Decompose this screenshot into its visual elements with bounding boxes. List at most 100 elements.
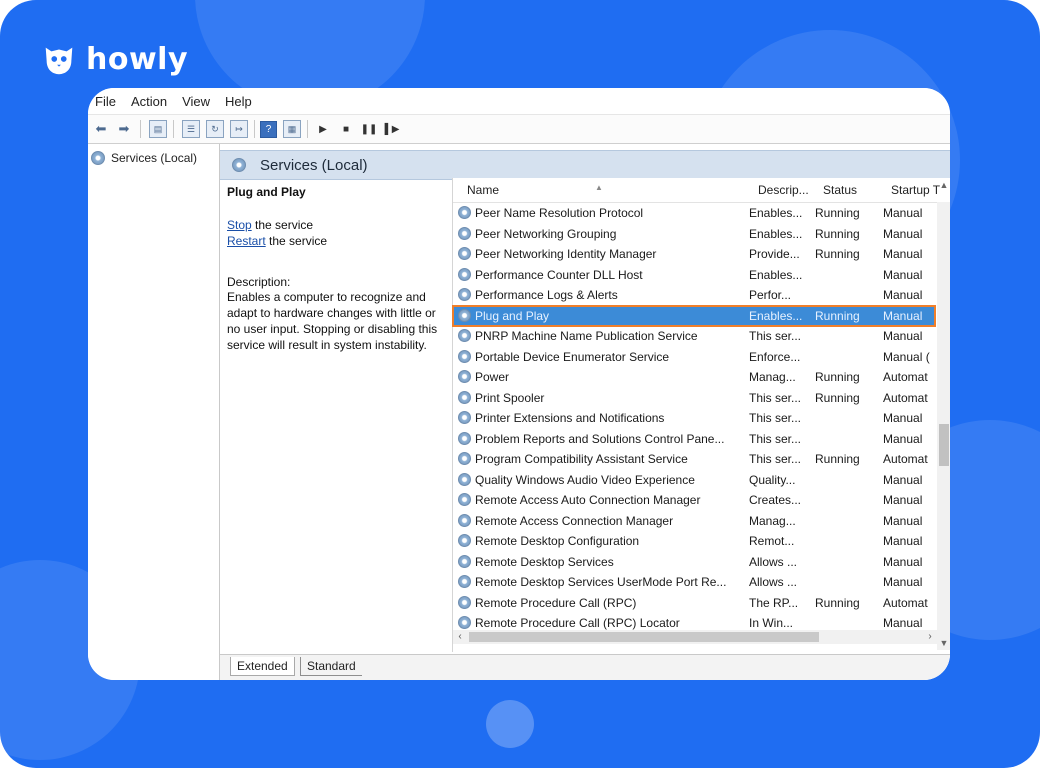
properties-icon[interactable]: ☰ — [182, 120, 200, 138]
gear-icon — [458, 308, 471, 322]
service-name: Power — [475, 370, 510, 384]
service-name: Print Spooler — [475, 390, 545, 405]
scroll-right-icon[interactable]: › — [923, 630, 937, 644]
column-header-status[interactable]: Status — [823, 183, 857, 197]
services-window: File Action View Help ⬅ ➡ ▤ ☰ ↻ ↦ ? ▦ ▶ … — [88, 88, 950, 680]
service-description-short: Allows ... — [749, 575, 798, 589]
service-row[interactable]: Remote Desktop Services Allows ... Manual — [453, 552, 935, 572]
column-header-description[interactable]: Descrip... — [758, 183, 809, 197]
vertical-scrollbar[interactable]: ▲ ▼ — [937, 180, 950, 650]
menu-help[interactable]: Help — [225, 94, 252, 109]
horizontal-scrollbar[interactable]: ‹ › — [453, 630, 937, 644]
service-row[interactable]: PNRP Machine Name Publication Service Thi… — [453, 326, 935, 346]
column-header-name[interactable]: Name — [467, 183, 499, 197]
view-icon[interactable]: ▦ — [283, 120, 301, 138]
service-row[interactable]: Remote Desktop Configuration Remot... Manu… — [453, 531, 935, 551]
gear-icon — [458, 493, 471, 506]
service-description-short: This ser... — [749, 329, 802, 343]
service-description-short: Manag... — [749, 513, 796, 528]
service-row[interactable]: Performance Counter DLL Host Enables... Ma… — [453, 265, 935, 285]
service-startup-type: Manual — [883, 288, 923, 302]
service-startup-type: Automat — [883, 390, 928, 405]
service-row[interactable]: Quality Windows Audio Video Experience Qu… — [453, 470, 935, 490]
service-description-short: Creates... — [749, 493, 802, 507]
gear-icon — [91, 151, 105, 165]
console-tree: Services (Local) — [88, 144, 220, 680]
back-arrow-icon[interactable]: ⬅ — [91, 119, 111, 139]
forward-arrow-icon[interactable]: ➡ — [114, 119, 134, 139]
tab-standard[interactable]: Standard — [300, 657, 362, 676]
service-row[interactable]: Remote Access Auto Connection Manager Cre… — [453, 490, 935, 510]
scroll-up-icon[interactable]: ▲ — [937, 178, 950, 192]
service-name: PNRP Machine Name Publication Service — [475, 329, 698, 343]
service-description-short: In Win... — [749, 616, 794, 630]
restart-service-link[interactable]: Restart — [227, 234, 266, 248]
service-status: Running — [815, 390, 860, 405]
show-pane-icon[interactable]: ▤ — [149, 120, 167, 138]
service-row[interactable]: Program Compatibility Assistant Service T… — [453, 449, 935, 469]
service-startup-type: Manual — [883, 247, 923, 261]
tab-extended[interactable]: Extended — [230, 657, 295, 676]
service-name: Printer Extensions and Notifications — [475, 411, 665, 425]
service-row[interactable]: Peer Networking Grouping Enables... Runnin… — [453, 224, 935, 244]
horizontal-scroll-thumb[interactable] — [469, 632, 819, 642]
selected-service-name: Plug and Play — [227, 185, 306, 199]
stop-service-link[interactable]: Stop — [227, 218, 252, 232]
service-startup-type: Manual — [883, 575, 923, 589]
stop-icon[interactable]: ■ — [336, 119, 356, 139]
resume-icon[interactable]: ▌▶ — [382, 119, 402, 139]
column-header-startup-type[interactable]: Startup T — [891, 183, 940, 197]
services-list: ▲ Name Descrip... Status Startup T Peer … — [452, 178, 950, 652]
play-icon[interactable]: ▶ — [313, 119, 333, 139]
toolbar-separator — [307, 120, 308, 138]
vertical-scroll-thumb[interactable] — [939, 424, 949, 466]
background-dot — [486, 700, 534, 748]
service-startup-type: Manual — [883, 267, 923, 282]
pause-icon[interactable]: ❚❚ — [359, 119, 379, 139]
service-row[interactable]: Print Spooler This ser... Running Automat — [453, 388, 935, 408]
service-row[interactable]: Peer Name Resolution Protocol Enables... R… — [453, 203, 935, 223]
sort-arrow-icon: ▲ — [595, 183, 603, 192]
service-row[interactable]: Remote Desktop Services UserMode Port Re… — [453, 572, 935, 592]
service-startup-type: Manual — [883, 206, 923, 220]
service-actions: Stop the service Restart the service — [227, 217, 441, 249]
gear-icon — [458, 431, 471, 445]
service-row[interactable]: Printer Extensions and Notifications This… — [453, 408, 935, 428]
stop-service-suffix: the service — [251, 218, 314, 232]
pane-header: Services (Local) — [220, 150, 950, 180]
menu-view[interactable]: View — [182, 94, 210, 109]
menu-file[interactable]: File — [95, 94, 116, 109]
tree-item-services-local[interactable]: Services (Local) — [91, 151, 197, 165]
service-row[interactable]: Portable Device Enumerator Service Enforc… — [453, 347, 935, 367]
export-icon[interactable]: ↦ — [230, 120, 248, 138]
service-startup-type: Manual — [883, 431, 923, 446]
service-row[interactable]: Remote Procedure Call (RPC) The RP... Runn… — [453, 593, 935, 613]
service-name: Performance Counter DLL Host — [475, 267, 643, 282]
service-startup-type: Manual — [883, 226, 923, 241]
scroll-down-icon[interactable]: ▼ — [937, 636, 950, 650]
service-description-short: Provide... — [749, 247, 800, 261]
service-row[interactable]: Remote Access Connection Manager Manag...… — [453, 511, 935, 531]
menu-action[interactable]: Action — [131, 94, 167, 109]
scroll-left-icon[interactable]: ‹ — [453, 630, 467, 644]
service-row[interactable]: Peer Networking Identity Manager Provide.… — [453, 244, 935, 264]
gear-icon — [458, 288, 471, 301]
gear-icon — [458, 472, 471, 486]
help-icon[interactable]: ? — [260, 120, 277, 138]
service-name: Peer Networking Identity Manager — [475, 247, 657, 261]
gear-icon — [458, 452, 471, 465]
gear-icon — [458, 595, 471, 609]
service-name: Peer Name Resolution Protocol — [475, 206, 644, 220]
service-description-short: Manag... — [749, 370, 796, 384]
toolbar-separator — [173, 120, 174, 138]
service-row[interactable]: Performance Logs & Alerts Perfor... Manual — [453, 285, 935, 305]
service-name: Plug and Play — [475, 308, 550, 323]
gear-icon — [458, 390, 471, 404]
service-description-short: Perfor... — [749, 288, 792, 302]
service-row[interactable]: Power Manag... Running Automat — [453, 367, 935, 387]
service-row[interactable]: Problem Reports and Solutions Control Pa… — [453, 429, 935, 449]
refresh-icon[interactable]: ↻ — [206, 120, 224, 138]
service-startup-type: Manual — [883, 329, 923, 343]
service-row-selected[interactable]: Plug and Play Enables... Running Manual — [452, 304, 936, 327]
services-pane: Services (Local) Plug and Play Stop the … — [220, 144, 950, 680]
